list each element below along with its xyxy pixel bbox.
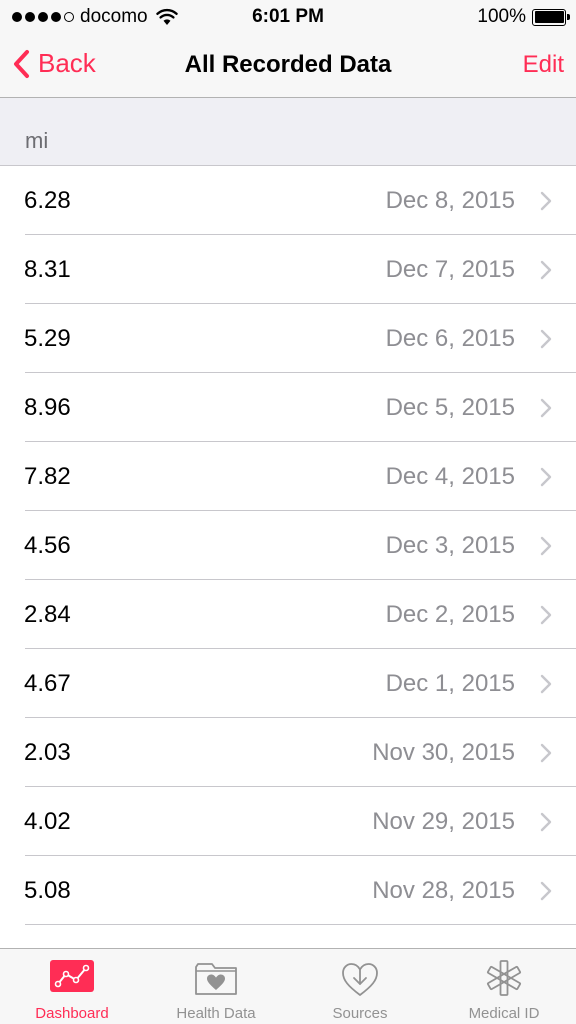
row-value: 2.84 bbox=[24, 601, 71, 628]
row-date: Dec 2, 2015 bbox=[385, 601, 515, 628]
edit-button[interactable]: Edit bbox=[523, 51, 564, 79]
row-value: 8.96 bbox=[24, 394, 71, 421]
row-value: 6.28 bbox=[24, 187, 71, 214]
list-item[interactable]: 8.96 Dec 5, 2015 bbox=[0, 373, 576, 442]
list-item[interactable]: 7.82 Dec 4, 2015 bbox=[0, 442, 576, 511]
chevron-right-icon bbox=[540, 812, 552, 832]
chevron-right-icon bbox=[540, 191, 552, 211]
tab-dashboard[interactable]: Dashboard bbox=[0, 949, 144, 1024]
list-item[interactable]: 4.67 Dec 1, 2015 bbox=[0, 649, 576, 718]
list-item[interactable]: 5.29 Dec 6, 2015 bbox=[0, 304, 576, 373]
list-item[interactable]: 8.31 Dec 7, 2015 bbox=[0, 235, 576, 304]
tab-medical-id[interactable]: Medical ID bbox=[432, 949, 576, 1024]
chevron-right-icon bbox=[540, 605, 552, 625]
chevron-right-icon bbox=[540, 536, 552, 556]
row-value: 4.02 bbox=[24, 808, 71, 835]
recorded-data-list: 6.28 Dec 8, 2015 8.31 Dec 7, 2015 5.29 D… bbox=[0, 166, 576, 948]
battery-percentage: 100% bbox=[477, 6, 526, 27]
row-date: Nov 28, 2015 bbox=[372, 877, 515, 904]
row-date: Dec 7, 2015 bbox=[385, 256, 515, 283]
row-value: 4.67 bbox=[24, 670, 71, 697]
battery-fill bbox=[534, 11, 564, 23]
tab-label: Medical ID bbox=[468, 1005, 540, 1022]
chevron-right-icon bbox=[540, 743, 552, 763]
row-value: 5.29 bbox=[24, 325, 71, 352]
sources-icon bbox=[342, 963, 378, 996]
tab-label: Dashboard bbox=[35, 1005, 109, 1022]
chevron-right-icon bbox=[540, 329, 552, 349]
list-item[interactable]: 6.28 Dec 8, 2015 bbox=[0, 166, 576, 235]
chevron-right-icon bbox=[540, 674, 552, 694]
health-data-icon bbox=[195, 963, 237, 995]
row-value: 8.31 bbox=[24, 256, 71, 283]
row-value: 7.82 bbox=[24, 463, 71, 490]
row-date: Dec 6, 2015 bbox=[385, 325, 515, 352]
list-item[interactable]: 2.84 Dec 2, 2015 bbox=[0, 580, 576, 649]
medical-id-icon bbox=[486, 960, 522, 996]
chevron-right-icon bbox=[540, 467, 552, 487]
tab-bar: Dashboard Health Data Sources Medical ID bbox=[0, 948, 576, 1024]
tab-health-data[interactable]: Health Data bbox=[144, 949, 288, 1024]
page-title: All Recorded Data bbox=[184, 51, 392, 78]
section-header: mi bbox=[0, 98, 576, 166]
status-right: 100% bbox=[477, 6, 570, 28]
row-date: Nov 29, 2015 bbox=[372, 808, 515, 835]
tab-label: Sources bbox=[332, 1005, 388, 1022]
list-item[interactable]: 2.03 Nov 30, 2015 bbox=[0, 718, 576, 787]
chevron-right-icon bbox=[540, 260, 552, 280]
row-value: 2.03 bbox=[24, 739, 71, 766]
row-date: Nov 30, 2015 bbox=[372, 739, 515, 766]
tab-label: Health Data bbox=[176, 1005, 256, 1022]
row-date: Dec 3, 2015 bbox=[385, 532, 515, 559]
row-value: 5.08 bbox=[24, 877, 71, 904]
list-item[interactable]: 4.02 Nov 29, 2015 bbox=[0, 787, 576, 856]
dashboard-icon bbox=[50, 960, 94, 992]
tab-sources[interactable]: Sources bbox=[288, 949, 432, 1024]
chevron-right-icon bbox=[540, 881, 552, 901]
status-bar: docomo 6:01 PM 100% bbox=[0, 0, 576, 34]
row-value: 4.56 bbox=[24, 532, 71, 559]
row-date: Dec 4, 2015 bbox=[385, 463, 515, 490]
navigation-bar: Back All Recorded Data Edit bbox=[0, 34, 576, 98]
unit-label: mi bbox=[25, 128, 49, 153]
chevron-right-icon bbox=[540, 398, 552, 418]
row-date: Dec 5, 2015 bbox=[385, 394, 515, 421]
list-item[interactable]: 5.08 Nov 28, 2015 bbox=[0, 856, 576, 925]
row-date: Dec 1, 2015 bbox=[385, 670, 515, 697]
list-item-partial[interactable] bbox=[0, 925, 576, 948]
row-date: Dec 8, 2015 bbox=[385, 187, 515, 214]
list-item[interactable]: 4.56 Dec 3, 2015 bbox=[0, 511, 576, 580]
battery-icon bbox=[532, 8, 570, 26]
